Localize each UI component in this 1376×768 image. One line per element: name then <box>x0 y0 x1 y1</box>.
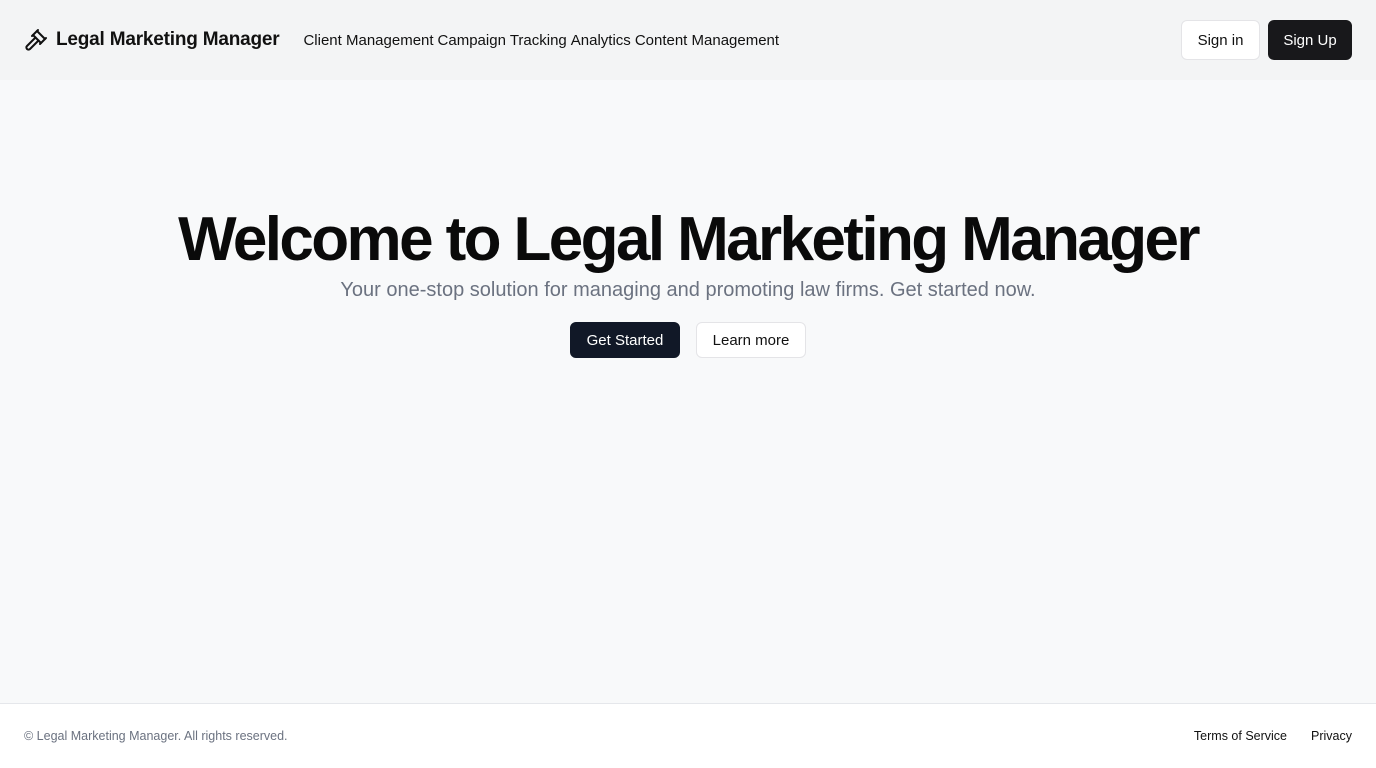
top-nav-bar: Legal Marketing Manager Client Managemen… <box>0 0 1376 80</box>
sign-in-button[interactable]: Sign in <box>1181 20 1260 60</box>
hero-section: Welcome to Legal Marketing Manager Your … <box>0 80 1376 703</box>
main-nav: Client Management Campaign Tracking Anal… <box>303 32 779 49</box>
footer-links: Terms of Service Privacy <box>1194 729 1352 743</box>
nav-link-campaign-tracking[interactable]: Campaign Tracking <box>438 32 567 49</box>
terms-of-service-link[interactable]: Terms of Service <box>1194 729 1287 743</box>
auth-actions: Sign in Sign Up <box>1181 20 1352 60</box>
copyright-text: © Legal Marketing Manager. All rights re… <box>24 729 288 743</box>
brand-link[interactable]: Legal Marketing Manager <box>24 28 280 52</box>
hero-subtitle: Your one-stop solution for managing and … <box>340 279 1036 301</box>
nav-link-client-management[interactable]: Client Management <box>303 32 433 49</box>
footer: © Legal Marketing Manager. All rights re… <box>0 703 1376 768</box>
get-started-button[interactable]: Get Started <box>570 322 680 358</box>
page: Legal Marketing Manager Client Managemen… <box>0 0 1376 768</box>
sign-up-button[interactable]: Sign Up <box>1268 20 1352 60</box>
hero-title: Welcome to Legal Marketing Manager <box>178 205 1200 274</box>
nav-link-analytics[interactable]: Analytics <box>571 32 631 49</box>
hero-actions: Get Started Learn more <box>570 322 806 358</box>
nav-link-content-management[interactable]: Content Management <box>635 32 779 49</box>
gavel-icon <box>24 28 48 52</box>
privacy-link[interactable]: Privacy <box>1311 729 1352 743</box>
brand-name: Legal Marketing Manager <box>56 29 280 50</box>
learn-more-button[interactable]: Learn more <box>696 322 806 358</box>
